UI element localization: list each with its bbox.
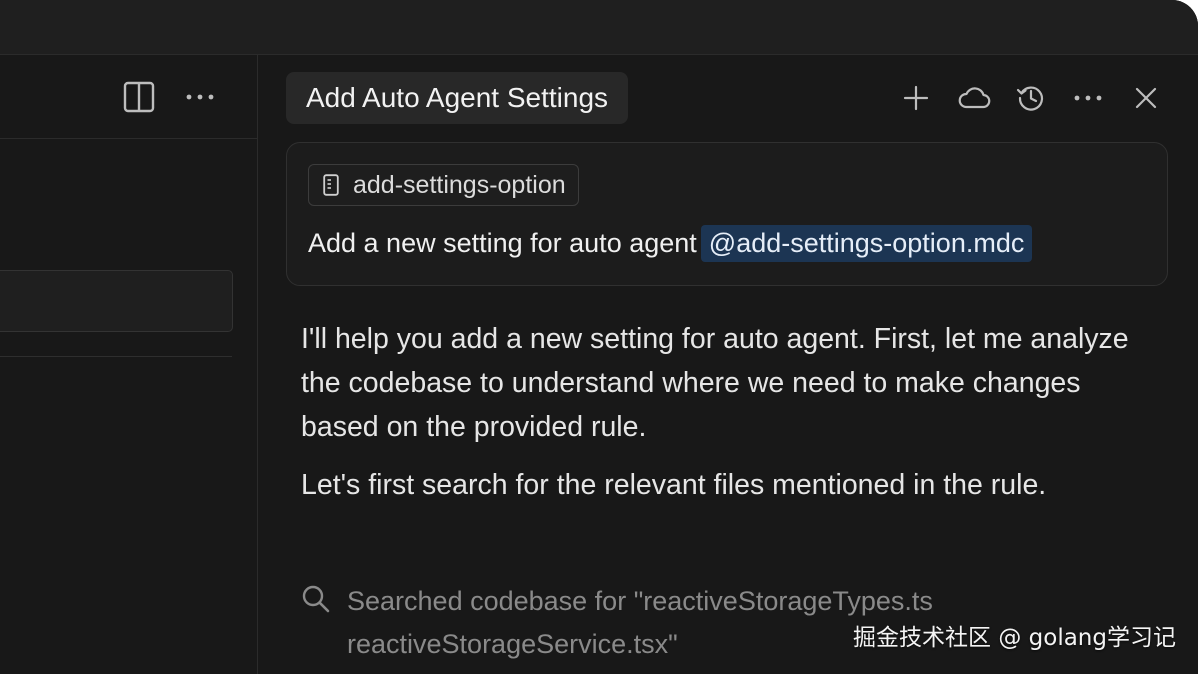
split-editor-button[interactable] xyxy=(119,77,159,117)
rule-file-icon xyxy=(323,174,339,196)
search-icon xyxy=(302,585,330,613)
watermark: 掘金技术社区 @ golang学习记 xyxy=(853,625,1176,651)
assistant-message: I'll help you add a new setting for auto… xyxy=(301,317,1161,507)
editor-toolbar xyxy=(0,55,257,139)
editor-pane xyxy=(0,55,258,674)
app-window: Add Auto Agent Settings add-settings-opt… xyxy=(0,0,1198,674)
chat-tab-title[interactable]: Add Auto Agent Settings xyxy=(286,72,629,124)
editor-input-box[interactable] xyxy=(0,270,233,332)
prompt-message: Add a new setting for auto agent xyxy=(308,227,697,258)
new-chat-button[interactable] xyxy=(896,78,936,118)
context-chip[interactable]: add-settings-option xyxy=(308,164,579,206)
title-bar xyxy=(0,0,1198,55)
plus-icon xyxy=(903,85,929,111)
file-mention[interactable]: @add-settings-option.mdc xyxy=(700,224,1033,262)
editor-more-button[interactable] xyxy=(180,77,220,117)
divider xyxy=(0,356,232,357)
message-paragraph: Let's first search for the relevant file… xyxy=(301,469,1047,501)
history-icon xyxy=(1016,86,1044,111)
chat-pane: Add Auto Agent Settings add-settings-opt… xyxy=(258,55,1198,674)
more-icon xyxy=(1074,95,1102,101)
message-paragraph: I'll help you add a new setting for auto… xyxy=(301,323,1129,443)
close-icon xyxy=(1135,87,1157,109)
context-chip-label: add-settings-option xyxy=(353,170,566,199)
cloud-icon xyxy=(958,87,991,109)
prompt-text: Add a new setting for auto agent @add-se… xyxy=(308,223,1033,263)
background-agent-button[interactable] xyxy=(954,78,994,118)
split-editor-icon xyxy=(123,81,155,113)
user-prompt-card[interactable]: add-settings-option Add a new setting fo… xyxy=(286,142,1168,286)
close-chat-button[interactable] xyxy=(1126,78,1166,118)
more-icon xyxy=(186,94,214,100)
more-options-button[interactable] xyxy=(1068,78,1108,118)
history-button[interactable] xyxy=(1011,78,1051,118)
